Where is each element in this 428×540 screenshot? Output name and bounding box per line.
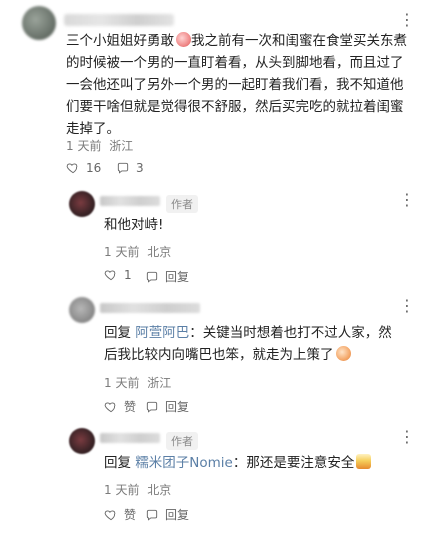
like-count: 16 [86,161,102,175]
heart-icon [104,270,116,281]
reply-label: 回复 [165,400,190,414]
like-button[interactable]: 1 [104,268,132,282]
reply-location: 浙江 [147,376,172,390]
more-icon[interactable]: ⋮ [399,296,416,315]
reply-target-link[interactable]: 阿萱阿巴 [135,325,189,341]
like-count: 1 [124,268,132,282]
comment-time: 1 天前 [66,139,102,153]
avatar[interactable] [69,428,95,454]
reply-label: 回复 [165,270,190,284]
reply-button[interactable]: 回复 [145,506,189,523]
heart-icon [104,401,116,412]
like-label: 赞 [124,508,137,522]
reply-button[interactable]: 回复 [145,268,189,285]
comment-text-start: 三个小姐姐好勇敢 [66,33,174,49]
username-blurred[interactable] [64,14,174,26]
reply-text: 回复 阿萱阿巴：关键当时想着也打不过人家，然后我比较内向嘴巴也笨，就走为上策了 [104,322,404,366]
emoji-icon [356,454,372,469]
like-button[interactable]: 赞 [104,398,136,415]
reply-time: 1 天前 [104,483,140,497]
reply-meta: 1 天前 浙江 [104,374,171,391]
avatar[interactable] [69,191,95,217]
comment-icon [146,401,158,413]
comment-icon [146,509,158,521]
reply-label: 回复 [165,508,190,522]
more-icon[interactable]: ⋮ [399,427,416,446]
reply-body: ：那还是要注意安全 [232,455,355,471]
reply-prefix: 回复 [104,325,131,341]
comment-location: 浙江 [109,139,134,153]
avatar[interactable] [22,6,56,40]
comment-button[interactable]: 3 [116,161,144,175]
author-badge: 作者 [166,432,198,450]
reply-meta: 1 天前 北京 [104,481,171,498]
reply-target-link[interactable]: 糯米团子Nomie [135,455,233,471]
comment-icon [117,162,129,174]
comment-count: 3 [136,161,144,175]
reply-text: 回复 糯米团子Nomie：那还是要注意安全 [104,452,414,474]
username-blurred[interactable] [100,433,160,443]
reply-time: 1 天前 [104,245,140,259]
comment-text: 三个小姐姐好勇敢 我之前有一次和闺蜜在食堂买关东煮的时候被一个男的一直盯着看，从头… [66,30,416,140]
username-blurred[interactable] [100,196,160,206]
more-icon[interactable]: ⋮ [399,10,416,29]
comment-meta: 1 天前 浙江 [66,137,133,154]
reply-time: 1 天前 [104,376,140,390]
reply-location: 北京 [147,483,172,497]
heart-icon [66,163,78,174]
comment-icon [146,271,158,283]
reply-text: 和他对峙! [104,217,164,233]
avatar[interactable] [69,297,95,323]
username-blurred[interactable] [100,303,200,313]
more-icon[interactable]: ⋮ [399,190,416,209]
reply-location: 北京 [147,245,172,259]
reply-meta: 1 天前 北京 [104,243,171,260]
emoji-icon [176,32,191,47]
emoji-icon [335,346,351,361]
reply-button[interactable]: 回复 [145,398,189,415]
like-label: 赞 [124,400,137,414]
author-badge: 作者 [166,195,198,213]
like-button[interactable]: 赞 [104,506,136,523]
like-button[interactable]: 16 [66,161,101,175]
heart-icon [104,509,116,520]
reply-prefix: 回复 [104,455,131,471]
